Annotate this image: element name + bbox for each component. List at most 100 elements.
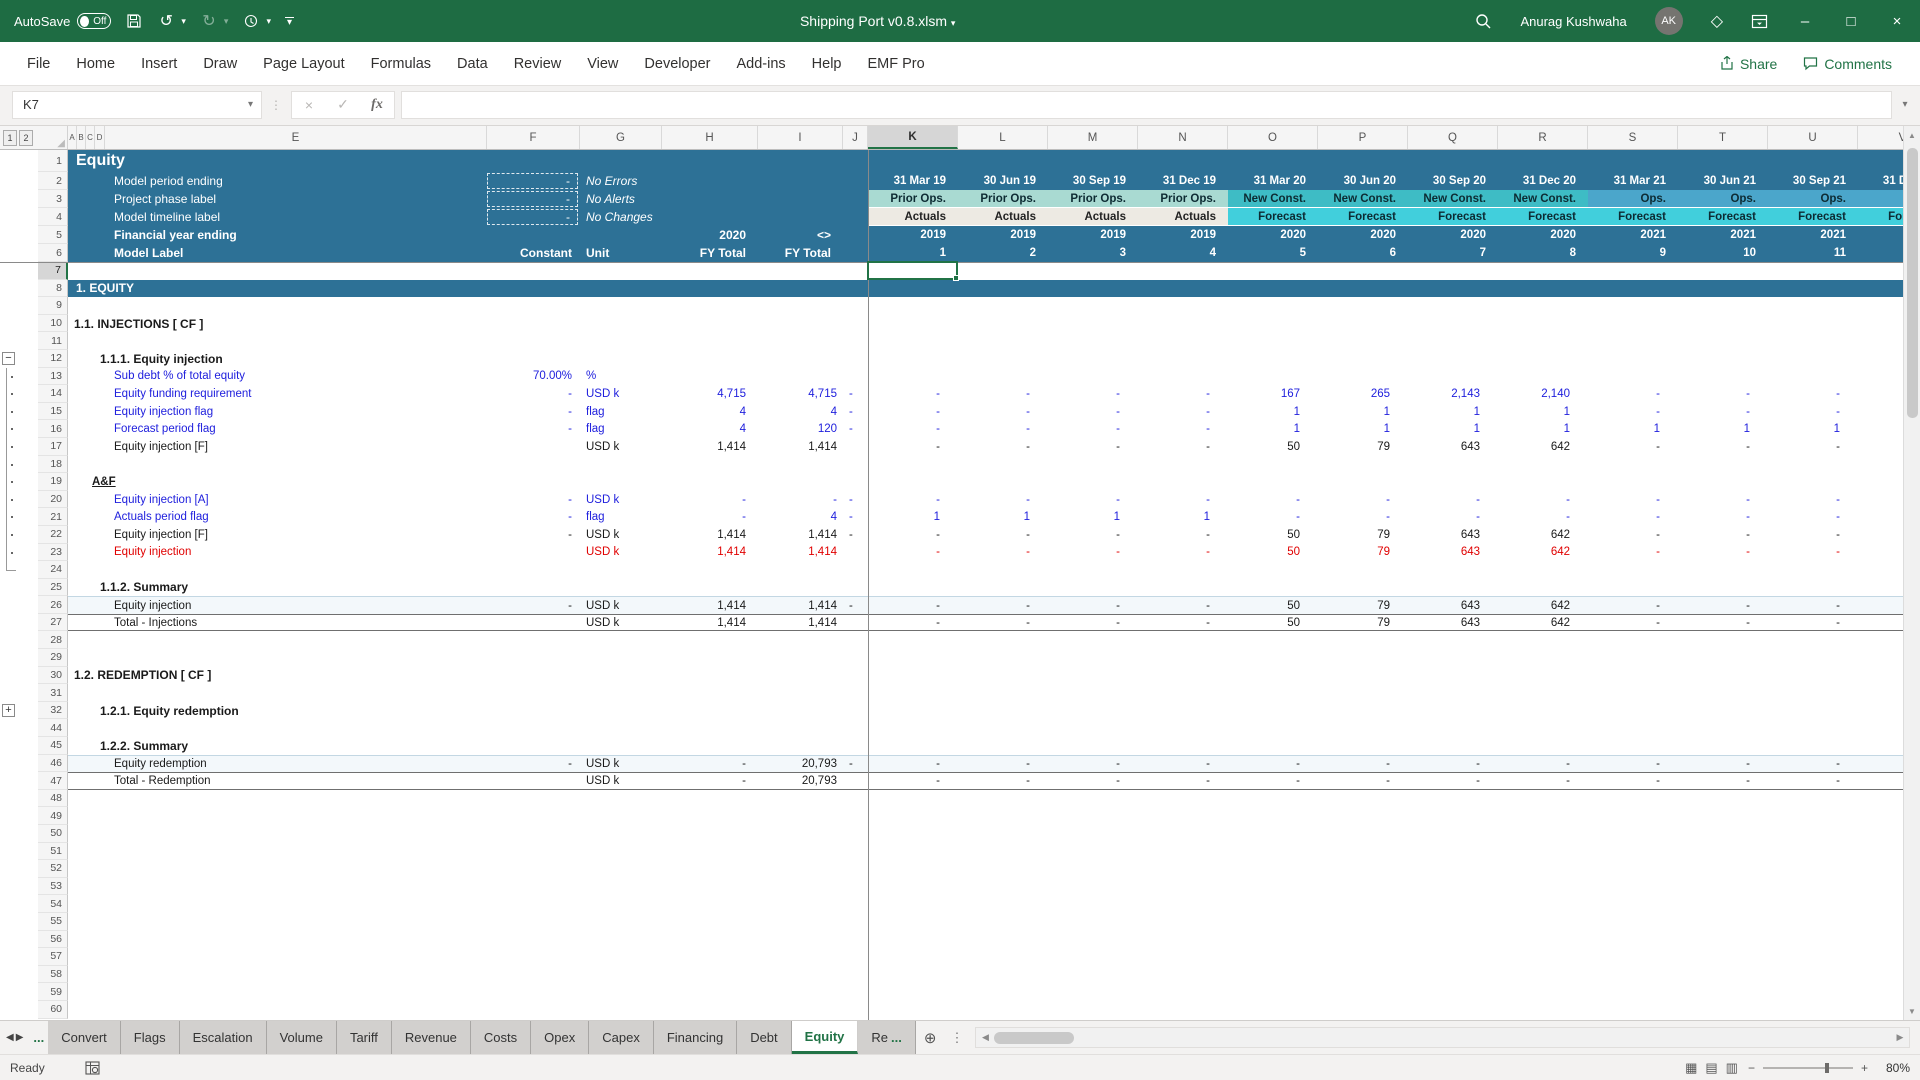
period-year[interactable]: 2019 — [1048, 226, 1138, 244]
cell-period-value[interactable]: 79 — [1318, 597, 1408, 614]
cell-period-value[interactable]: - — [1588, 491, 1678, 509]
cell-check[interactable]: - — [843, 420, 868, 438]
row-label[interactable]: Equity injection [F] — [68, 526, 487, 544]
cell-period-value[interactable]: 642 — [1498, 597, 1588, 614]
cell-period-value[interactable]: - — [1588, 526, 1678, 544]
row-label[interactable]: Equity injection [F] — [68, 438, 487, 456]
cell-period-value[interactable]: - — [1768, 597, 1858, 614]
cell-check[interactable] — [843, 773, 868, 789]
sheet-tab-flags[interactable]: Flags — [121, 1021, 180, 1054]
cell-period-value[interactable]: - — [958, 597, 1048, 614]
period-phase[interactable]: Ops. — [1588, 190, 1678, 208]
period-date[interactable]: 31 Dec 20 — [1498, 172, 1588, 190]
vertical-scrollbar[interactable]: ▲ ▼ — [1903, 126, 1920, 1020]
cell-unit[interactable]: USD k — [580, 544, 662, 562]
cell-period-value[interactable]: - — [1678, 526, 1768, 544]
row-header-30[interactable]: 30 — [38, 667, 68, 685]
row-label[interactable]: Equity injection [A] — [68, 491, 487, 509]
cell-check[interactable] — [843, 315, 868, 333]
cell-period-value[interactable]: - — [1678, 491, 1768, 509]
row-header-49[interactable]: 49 — [38, 807, 68, 825]
cell-fytotal[interactable]: - — [758, 491, 843, 509]
restore-button[interactable]: □ — [1828, 0, 1874, 42]
cell-period-value[interactable]: - — [1318, 508, 1408, 526]
cell-period-value[interactable]: - — [1138, 403, 1228, 421]
row-label[interactable]: Equity injection — [68, 544, 487, 562]
cell-period-value[interactable]: 50 — [1228, 615, 1318, 631]
cell-constant[interactable] — [487, 667, 580, 685]
period-year[interactable]: 2021 — [1858, 226, 1903, 244]
period-year[interactable]: 2020 — [1498, 226, 1588, 244]
row-label[interactable]: Equity injection — [68, 597, 487, 614]
page-break-view-icon[interactable]: ▥ — [1726, 1060, 1738, 1076]
cell-check[interactable] — [843, 544, 868, 562]
period-status[interactable]: Forecast — [1498, 208, 1588, 226]
period-number[interactable]: 6 — [1318, 244, 1408, 262]
horizontal-scrollbar[interactable]: ◀ ▶ — [975, 1027, 1910, 1048]
column-header-R[interactable]: R — [1498, 126, 1588, 149]
cell-period-value[interactable]: - — [1138, 615, 1228, 631]
cell-period-value[interactable]: 1 — [868, 508, 958, 526]
period-status[interactable]: Forecast — [1858, 208, 1903, 226]
cell-fytotal[interactable] — [758, 702, 843, 720]
cell-fytotal[interactable] — [758, 579, 843, 597]
fill-handle[interactable] — [953, 275, 959, 281]
cell-period-value[interactable]: - — [1768, 773, 1858, 789]
cell-period-value[interactable]: - — [1228, 773, 1318, 789]
row-header-56[interactable]: 56 — [38, 931, 68, 949]
row-header-51[interactable]: 51 — [38, 843, 68, 861]
header-input-cell[interactable]: - — [487, 208, 580, 226]
cell-period-value[interactable]: 1 — [1408, 403, 1498, 421]
cell-fy2020[interactable]: - — [662, 756, 758, 773]
period-year[interactable]: 2020 — [1318, 226, 1408, 244]
ribbon-tab-add-ins[interactable]: Add-ins — [724, 42, 799, 86]
column-header-Q[interactable]: Q — [1408, 126, 1498, 149]
cell-constant[interactable]: - — [487, 756, 580, 773]
column-header-U[interactable]: U — [1768, 126, 1858, 149]
active-cell-selection[interactable] — [867, 261, 958, 280]
close-button[interactable]: × — [1874, 0, 1920, 42]
cell-fytotal[interactable]: 1,414 — [758, 544, 843, 562]
period-phase[interactable]: Ops. — [1768, 190, 1858, 208]
sheet-nav-left-icon[interactable]: ◀ — [6, 1032, 14, 1043]
outline-level-1[interactable]: 1 — [3, 130, 17, 146]
cell-fytotal[interactable] — [758, 737, 843, 755]
cell-period-value[interactable]: - — [1228, 756, 1318, 773]
cell-constant[interactable]: - — [487, 403, 580, 421]
cell-period-value[interactable]: 1 — [1318, 403, 1408, 421]
row-header-2[interactable]: 2 — [38, 172, 68, 190]
cell-check[interactable]: - — [843, 756, 868, 773]
cell-fy2020[interactable] — [662, 579, 758, 597]
cell-period-value[interactable]: - — [1768, 756, 1858, 773]
cell-period-value[interactable]: - — [1048, 526, 1138, 544]
normal-view-icon[interactable]: ▦ — [1685, 1060, 1697, 1076]
cell-period-value[interactable]: - — [958, 491, 1048, 509]
row-header-13[interactable]: 13 — [38, 368, 68, 386]
column-header-B[interactable]: B — [77, 126, 86, 149]
row-label[interactable]: Sub debt % of total equity — [68, 368, 487, 386]
cell-period-value[interactable]: - — [1588, 508, 1678, 526]
sheet-tab-financing[interactable]: Financing — [654, 1021, 737, 1054]
cell-period-value[interactable]: - — [1408, 491, 1498, 509]
hscroll-right-icon[interactable]: ▶ — [1891, 1032, 1909, 1043]
cell-period-value[interactable]: - — [1048, 403, 1138, 421]
dashed-input-box[interactable]: - — [487, 209, 578, 225]
row-label[interactable]: 1.2. REDEMPTION [ CF ] — [68, 667, 487, 685]
cell-fy2020[interactable]: - — [662, 491, 758, 509]
cell-period-value[interactable]: - — [1138, 544, 1228, 562]
period-year[interactable]: 2021 — [1768, 226, 1858, 244]
cell-period-value[interactable]: - — [1048, 597, 1138, 614]
cell-check[interactable] — [843, 473, 868, 491]
cell-fy2020[interactable] — [662, 350, 758, 368]
cell-fy2020[interactable]: - — [662, 773, 758, 789]
period-status[interactable]: Forecast — [1228, 208, 1318, 226]
row-header-45[interactable]: 45 — [38, 737, 68, 755]
add-sheet-icon[interactable]: ⊕ — [916, 1021, 945, 1054]
cell-period-value[interactable]: - — [1768, 385, 1858, 403]
cell-period-value[interactable]: - — [1408, 508, 1498, 526]
cell-period-value[interactable]: - — [958, 544, 1048, 562]
cell-period-value[interactable]: - — [868, 420, 958, 438]
period-date[interactable]: 30 Sep 19 — [1048, 172, 1138, 190]
cell-period-value[interactable]: - — [1138, 438, 1228, 456]
period-status[interactable]: Forecast — [1588, 208, 1678, 226]
